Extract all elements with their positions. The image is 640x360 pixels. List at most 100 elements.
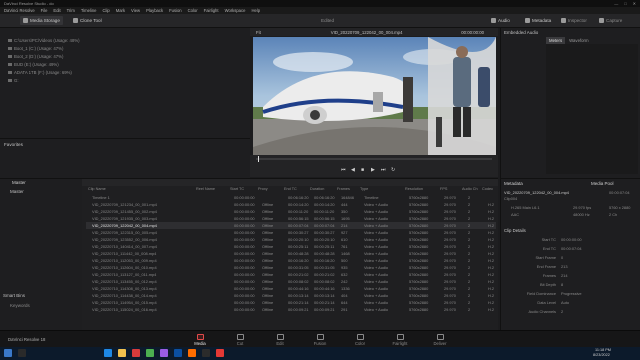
- page-fusion[interactable]: Fusion: [302, 332, 338, 347]
- col-clip-name[interactable]: Clip Name: [88, 187, 106, 191]
- menu-fusion[interactable]: Fusion: [169, 8, 182, 13]
- clip-row[interactable]: VID_20220710_113127_00_011.mp4 00:00:00:0…: [86, 271, 496, 278]
- clip-cell-end: 00:06:16:20: [288, 195, 309, 201]
- clip-row[interactable]: VID_20220709_122042_00_004.mp4 00:00:00:0…: [86, 222, 496, 229]
- clip-row[interactable]: VID_20220710_114954_00_015.mp4 00:00:00:0…: [86, 299, 496, 306]
- storage-item[interactable]: C:\Users\PC\Videos (Usage: 48%): [8, 38, 80, 43]
- storage-item[interactable]: ADATA 1TB (F:) (Usage: 69%): [8, 70, 72, 75]
- clip-row[interactable]: VID_20220710_113455_00_012.mp4 00:00:00:0…: [86, 278, 496, 285]
- menu-help[interactable]: Help: [251, 8, 260, 13]
- start-icon[interactable]: [4, 349, 12, 357]
- maximize-button[interactable]: □: [624, 1, 626, 6]
- clip-cell-proxy: Offline: [262, 223, 274, 229]
- storage-item[interactable]: G:: [8, 78, 19, 83]
- clip-row[interactable]: VID_20220710_140414_00_007.mp4 00:00:00:0…: [86, 243, 496, 250]
- app-icon[interactable]: [132, 349, 140, 357]
- audio-button[interactable]: Audio: [488, 16, 513, 25]
- menu-workspace[interactable]: Workspace: [225, 8, 246, 13]
- clip-row[interactable]: VID_20220710_114438_00_014.mp4 00:00:00:0…: [86, 292, 496, 299]
- col-frames[interactable]: Frames: [337, 187, 350, 191]
- bin-master[interactable]: Master: [10, 189, 24, 194]
- clip-cell-name: VID_20220710_111442_00_008.mp4: [92, 251, 157, 257]
- clip-row[interactable]: VID_20220710_114308_00_013.mp4 00:00:00:0…: [86, 285, 496, 292]
- col-resolution[interactable]: Resolution: [405, 187, 423, 191]
- clip-details-heading[interactable]: Clip Details: [504, 228, 526, 233]
- menu-playback[interactable]: Playback: [146, 8, 163, 13]
- clone-tool-button[interactable]: Clone Tool: [70, 16, 105, 25]
- clip-row[interactable]: VID_20220709_123552_00_006.mp4 00:00:00:0…: [86, 236, 496, 243]
- page-fairlight[interactable]: Fairlight: [382, 332, 418, 347]
- minimize-button[interactable]: —: [614, 1, 618, 6]
- menu-edit[interactable]: Edit: [53, 8, 60, 13]
- app-icon[interactable]: [174, 349, 182, 357]
- col-type[interactable]: Type: [360, 187, 368, 191]
- page-deliver[interactable]: Deliver: [422, 332, 458, 347]
- menu-trim[interactable]: Trim: [67, 8, 75, 13]
- play-reverse-button[interactable]: ◀: [351, 167, 355, 173]
- file-explorer-icon[interactable]: [118, 349, 126, 357]
- clip-cell-start: 00:00:00:00: [234, 237, 255, 243]
- chrome-icon[interactable]: [146, 349, 154, 357]
- davinci-resolve-icon[interactable]: [202, 349, 210, 357]
- clip-row[interactable]: VID_20220709_121234_00_001.mp4 00:00:00:0…: [86, 201, 496, 208]
- clip-row[interactable]: VID_20220710_112053_00_009.mp4 00:00:00:0…: [86, 257, 496, 264]
- app-icon[interactable]: [160, 349, 168, 357]
- menu-file[interactable]: File: [41, 8, 48, 13]
- capture-button[interactable]: Capture: [596, 16, 625, 25]
- app-icon[interactable]: [188, 349, 196, 357]
- clip-row[interactable]: VID_20220710_115024_00_016.mp4 00:00:00:0…: [86, 306, 496, 313]
- video-viewer[interactable]: [253, 37, 496, 155]
- page-cut[interactable]: Cut: [222, 332, 258, 347]
- clip-row[interactable]: VID_20220710_111442_00_008.mp4 00:00:00:0…: [86, 250, 496, 257]
- col-end-tc[interactable]: End TC: [284, 187, 297, 191]
- clip-row[interactable]: VID_20220709_121455_00_002.mp4 00:00:00:0…: [86, 208, 496, 215]
- col-start-tc[interactable]: Start TC: [230, 187, 244, 191]
- col-audio-ch[interactable]: Audio Ch: [462, 187, 478, 191]
- menu-clip[interactable]: Clip: [103, 8, 110, 13]
- playhead[interactable]: [258, 156, 259, 162]
- media-storage-button[interactable]: Media Storage: [20, 16, 63, 25]
- clip-cell-type: Video + Audio: [364, 300, 389, 306]
- meta-clip-name: VID_20220709_122042_00_004.mp4: [504, 190, 569, 195]
- clip-row[interactable]: VID_20220709_122315_00_005.mp4 00:00:00:0…: [86, 229, 496, 236]
- bin-keywords[interactable]: Keywords: [10, 303, 30, 308]
- storage-item[interactable]: Boot_2 (D:) (Usage: 47%): [8, 54, 63, 59]
- page-color[interactable]: Color: [342, 332, 378, 347]
- play-button[interactable]: ▶: [371, 167, 375, 173]
- page-media[interactable]: Media: [182, 332, 218, 347]
- page-edit[interactable]: Edit: [262, 332, 298, 347]
- stop-button[interactable]: ■: [361, 167, 364, 173]
- col-codec[interactable]: Codec: [482, 187, 493, 191]
- video-frame-image: [253, 37, 496, 155]
- col-proxy[interactable]: Proxy: [258, 187, 268, 191]
- go-to-start-button[interactable]: ⏮: [341, 167, 346, 173]
- menu-davinci-resolve[interactable]: DaVinci Resolve: [4, 8, 35, 13]
- edge-icon[interactable]: [104, 349, 112, 357]
- clip-row[interactable]: Timeline 1 00:00:00:00 00:06:16:20 00:06:16…: [86, 194, 496, 201]
- storage-item[interactable]: Boot_1 (C:) (Usage: 47%): [8, 46, 63, 51]
- menu-mark[interactable]: Mark: [116, 8, 125, 13]
- menu-view[interactable]: View: [131, 8, 140, 13]
- col-reel-name[interactable]: Reel Name: [196, 187, 215, 191]
- close-button[interactable]: ✕: [633, 1, 636, 6]
- col-duration[interactable]: Duration: [310, 187, 324, 191]
- clip-row[interactable]: VID_20220710_112604_00_010.mp4 00:00:00:0…: [86, 264, 496, 271]
- tab-meters[interactable]: Meters: [546, 37, 566, 44]
- loop-button[interactable]: ↻: [391, 167, 395, 173]
- menu-timeline[interactable]: Timeline: [81, 8, 97, 13]
- viewer-scrubber[interactable]: [256, 156, 492, 162]
- media-pool-toggle[interactable]: Media Pool: [591, 181, 614, 186]
- clip-row[interactable]: VID_20220709_121935_00_003.mp4 00:00:00:0…: [86, 215, 496, 222]
- col-fps[interactable]: FPS: [440, 187, 447, 191]
- viewer-fit-dropdown[interactable]: Fit: [256, 30, 261, 35]
- menu-color[interactable]: Color: [188, 8, 198, 13]
- storage-item[interactable]: BUD (E:) (Usage: 49%): [8, 62, 59, 67]
- metadata-button[interactable]: Metadata: [522, 16, 554, 25]
- tab-waveform[interactable]: Waveform: [566, 37, 591, 44]
- clip-cell-dur: 00:00:21:02: [314, 272, 335, 278]
- app-icon[interactable]: [216, 349, 224, 357]
- search-icon[interactable]: [18, 349, 26, 357]
- inspector-button[interactable]: Inspector: [558, 16, 590, 25]
- menu-fairlight[interactable]: Fairlight: [204, 8, 219, 13]
- go-to-end-button[interactable]: ⏭: [381, 167, 386, 173]
